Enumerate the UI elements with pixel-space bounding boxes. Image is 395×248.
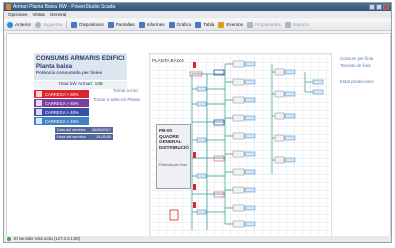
toolbar: Anterior Siguiente Dispositivos Pantalla… [4,19,391,31]
consumption-link[interactable]: Consum per línia [340,56,373,61]
menu-vistas[interactable]: Vistas [32,11,44,18]
title-bar: Armari Planta Baixa RW - PowerStudio Sca… [4,3,391,11]
devices-icon [71,21,78,28]
status-text: El servidor està actiu (127.0.0.1:80) [14,236,81,241]
print-icon [284,21,291,28]
window-controls [369,4,389,10]
toolbar-forward-button[interactable]: Siguiente [35,21,62,28]
protections-link[interactable]: Estat proteccions [340,79,374,84]
events-icon [218,21,225,28]
forward-arrow-icon [35,21,42,28]
chart-icon [168,21,175,28]
scada-screen: CONSUMS ARMARIS EDIFICI Planta baixa Pot… [6,33,391,238]
properties-icon [246,21,253,28]
toolbar-separator [66,20,68,29]
status-bar: El servidor està actiu (127.0.0.1:80) [4,236,391,242]
table-icon [195,21,202,28]
toolbar-table-button[interactable]: Tabla [195,21,214,28]
menu-general[interactable]: General [50,11,66,18]
reports-icon [138,21,145,28]
main-distribution-panel[interactable]: PB-00 QUADRE GENERAL DISTRIBUCIÓ Potènci… [156,124,191,189]
toolbar-devices-button[interactable]: Dispositivos [71,21,104,28]
toolbar-events-button[interactable]: Eventos [218,21,243,28]
switch-off-link[interactable]: Tancats de línia [340,63,371,68]
application-window: Armari Planta Baixa RW - PowerStudio Sca… [3,2,392,243]
menu-bar: Opciones Vistas General [4,11,391,18]
maximize-button[interactable] [376,4,382,10]
toolbar-chart-button[interactable]: Gráfico [168,21,191,28]
window-title: Armari Planta Baixa RW - PowerStudio Sca… [13,4,116,10]
close-button[interactable] [383,4,389,10]
screens-icon [107,21,114,28]
toolbar-print-button[interactable]: Imprimir [284,21,309,28]
toolbar-screens-button[interactable]: Pantallas [107,21,135,28]
panel-title: PB-00 QUADRE GENERAL DISTRIBUCIÓ [159,128,189,150]
distribution-lines [169,60,324,230]
server-status-icon [7,237,11,241]
minimize-button[interactable] [369,4,375,10]
panel-footer: Potència per línia [159,163,187,167]
menu-opciones[interactable]: Opciones [8,11,27,18]
toolbar-back-button[interactable]: Anterior [7,21,31,28]
toolbar-properties-button[interactable]: Propiedades [246,21,281,28]
back-arrow-icon [7,21,13,28]
app-icon [6,4,11,10]
toolbar-reports-button[interactable]: Informes [138,21,165,28]
